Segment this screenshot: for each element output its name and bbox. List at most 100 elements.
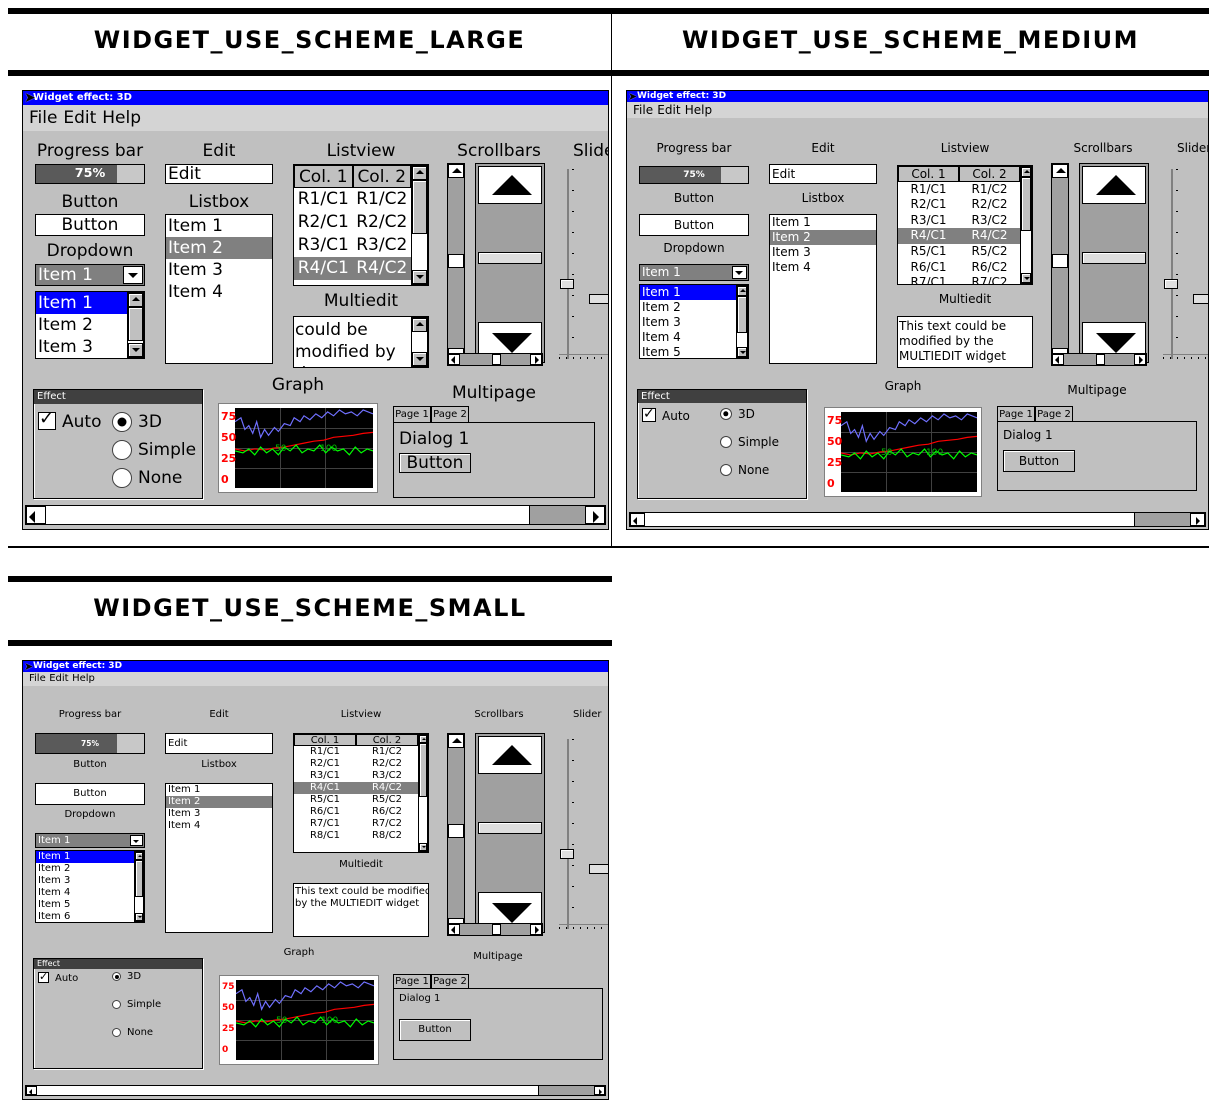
big-scroll-up-button[interactable] — [1082, 166, 1146, 204]
listview-cell[interactable]: R5/C2 — [959, 244, 1020, 260]
listview-cell[interactable]: R2/C2 — [353, 211, 412, 234]
listview-scroll-down[interactable] — [1021, 273, 1031, 283]
listview-scroll-thumb[interactable] — [1021, 176, 1031, 231]
listview-cell[interactable]: R5/C1 — [898, 244, 959, 260]
listbox-item[interactable]: Item 3 — [166, 808, 272, 820]
dropdown-arrow-button[interactable] — [732, 266, 747, 279]
edit-field[interactable]: Edit — [165, 164, 273, 184]
horizontal-slider[interactable] — [559, 923, 608, 931]
dropdown-arrow-button[interactable] — [130, 835, 143, 846]
listbox-item[interactable]: Item 1 — [770, 215, 876, 230]
dropdown-scroll-up[interactable] — [135, 852, 143, 860]
multipage-tab-1[interactable]: Page 1 — [997, 406, 1035, 421]
listview-cell[interactable]: R1/C1 — [898, 182, 959, 198]
hscroll-thumb[interactable] — [492, 924, 501, 935]
vertical-scrollbar-large[interactable] — [475, 163, 545, 363]
dropdown-scroll-up[interactable] — [737, 286, 747, 296]
listview-cell[interactable]: R2/C1 — [898, 197, 959, 213]
radio-simple[interactable] — [112, 1000, 121, 1009]
menu-help[interactable]: Help — [72, 672, 95, 686]
listview-scroll-up[interactable] — [412, 166, 427, 180]
listview-cell[interactable]: R3/C1 — [294, 770, 356, 782]
hscroll-thumb[interactable] — [1096, 354, 1105, 365]
listview-cell[interactable]: R3/C2 — [353, 234, 412, 257]
listbox-item[interactable]: Item 4 — [166, 281, 272, 303]
vertical-scrollbar-small[interactable] — [447, 163, 465, 363]
demo-button[interactable]: Button — [639, 214, 749, 236]
listbox-item[interactable]: Item 3 — [770, 245, 876, 260]
dropdown-scrollbar[interactable] — [134, 851, 144, 922]
vertical-slider[interactable] — [1161, 169, 1181, 359]
multiedit-scroll-down[interactable] — [412, 352, 427, 366]
vertical-scrollbar-large[interactable] — [1079, 163, 1149, 363]
horizontal-slider[interactable] — [559, 353, 608, 361]
multiedit[interactable]: This text could be modified by the MULTIE… — [293, 883, 429, 937]
dropdown-item[interactable]: Item 2 — [36, 314, 127, 336]
dropdown-item[interactable]: Item 1 — [36, 851, 134, 863]
big-scroll-up-button[interactable] — [478, 736, 542, 774]
dropdown-item[interactable]: Item 2 — [36, 863, 134, 875]
listview-cell[interactable]: R1/C1 — [294, 188, 353, 211]
window-scroll-right-button[interactable] — [594, 1086, 605, 1096]
hscroll-left-button[interactable] — [1052, 354, 1064, 365]
listview-cell[interactable]: R6/C2 — [356, 806, 418, 818]
window-scroll-right-button[interactable] — [1190, 513, 1205, 526]
multiedit-scroll-up[interactable] — [412, 318, 427, 332]
listbox-item[interactable]: Item 3 — [166, 259, 272, 281]
listview-cell[interactable]: R6/C1 — [294, 806, 356, 818]
dropdown-scroll-down[interactable] — [128, 343, 143, 357]
listview-cell[interactable]: R7/C1 — [294, 818, 356, 830]
listview-scroll-up[interactable] — [1021, 167, 1031, 177]
listbox[interactable]: Item 1 Item 2 Item 3 Item 4 — [165, 214, 273, 364]
listview[interactable]: Col. 1 Col. 2 R1/C1 R1/C2 R2/C1 R2/C2 R3/C1 R3/… — [293, 164, 429, 286]
listbox-item[interactable]: Item 4 — [770, 260, 876, 275]
big-scroll-thumb[interactable] — [1082, 252, 1146, 264]
dropdown-scroll-down[interactable] — [737, 347, 747, 357]
listview-cell[interactable]: R8/C2 — [356, 830, 418, 842]
dropdown[interactable]: Item 1 — [35, 264, 145, 286]
radio-r3d[interactable] — [112, 412, 132, 432]
listview-column-header[interactable]: Col. 1 — [898, 166, 959, 182]
big-scroll-thumb[interactable] — [478, 252, 542, 264]
window-scroll-thumb[interactable] — [645, 513, 1135, 526]
multiedit[interactable]: could bemodified bythe — [293, 316, 429, 368]
listview-cell[interactable]: R4/C1 — [898, 228, 959, 244]
radio-none[interactable] — [112, 468, 132, 488]
dropdown-item[interactable]: Item 2 — [640, 300, 736, 315]
hscroll-left-button[interactable] — [448, 354, 460, 365]
listbox-item[interactable]: Item 2 — [770, 230, 876, 245]
horizontal-slider[interactable] — [1163, 353, 1208, 361]
listview-cell[interactable]: R5/C1 — [294, 794, 356, 806]
window-horizontal-scrollbar[interactable] — [25, 505, 606, 525]
dropdown-item[interactable]: Item 6 — [36, 911, 134, 922]
listview-cell[interactable]: R2/C1 — [294, 211, 353, 234]
dropdown-item[interactable]: Item 4 — [36, 887, 134, 899]
vscroll-up-button[interactable] — [448, 164, 464, 178]
menu-file[interactable]: File — [29, 672, 46, 686]
dropdown-item[interactable]: Item 4 — [36, 358, 127, 359]
menu-edit[interactable]: Edit — [49, 672, 68, 686]
listview-cell[interactable]: R4/C2 — [959, 228, 1020, 244]
listview-scroll-down[interactable] — [419, 843, 427, 851]
slider-thumb[interactable] — [1164, 279, 1178, 289]
listview-column-header[interactable]: Col. 2 — [959, 166, 1020, 182]
menu-edit[interactable]: Edit — [657, 102, 680, 118]
listview-cell[interactable]: R1/C1 — [294, 746, 356, 758]
window-scroll-left-button[interactable] — [26, 1086, 37, 1096]
radio-simple[interactable] — [720, 436, 732, 448]
listview-scrollbar[interactable] — [418, 734, 428, 852]
listview-column-header[interactable]: Col. 1 — [294, 734, 356, 746]
edit-field[interactable]: Edit — [165, 733, 273, 754]
multipage-tab-2[interactable]: Page 2 — [431, 406, 469, 422]
radio-none[interactable] — [720, 464, 732, 476]
dropdown-scroll-down[interactable] — [135, 913, 143, 921]
listview-cell[interactable]: R2/C2 — [959, 197, 1020, 213]
slider-thumb[interactable] — [560, 279, 574, 289]
multipage-button[interactable]: Button — [1003, 450, 1075, 472]
listbox-item[interactable]: Item 1 — [166, 215, 272, 237]
listview-cell[interactable]: R5/C2 — [356, 794, 418, 806]
listbox[interactable]: Item 1 Item 2 Item 3 Item 4 — [769, 214, 877, 364]
listview-cell[interactable]: R7/C2 — [959, 275, 1020, 284]
listview-cell[interactable]: R1/C2 — [959, 182, 1020, 198]
multipage-button[interactable]: Button — [399, 453, 471, 473]
